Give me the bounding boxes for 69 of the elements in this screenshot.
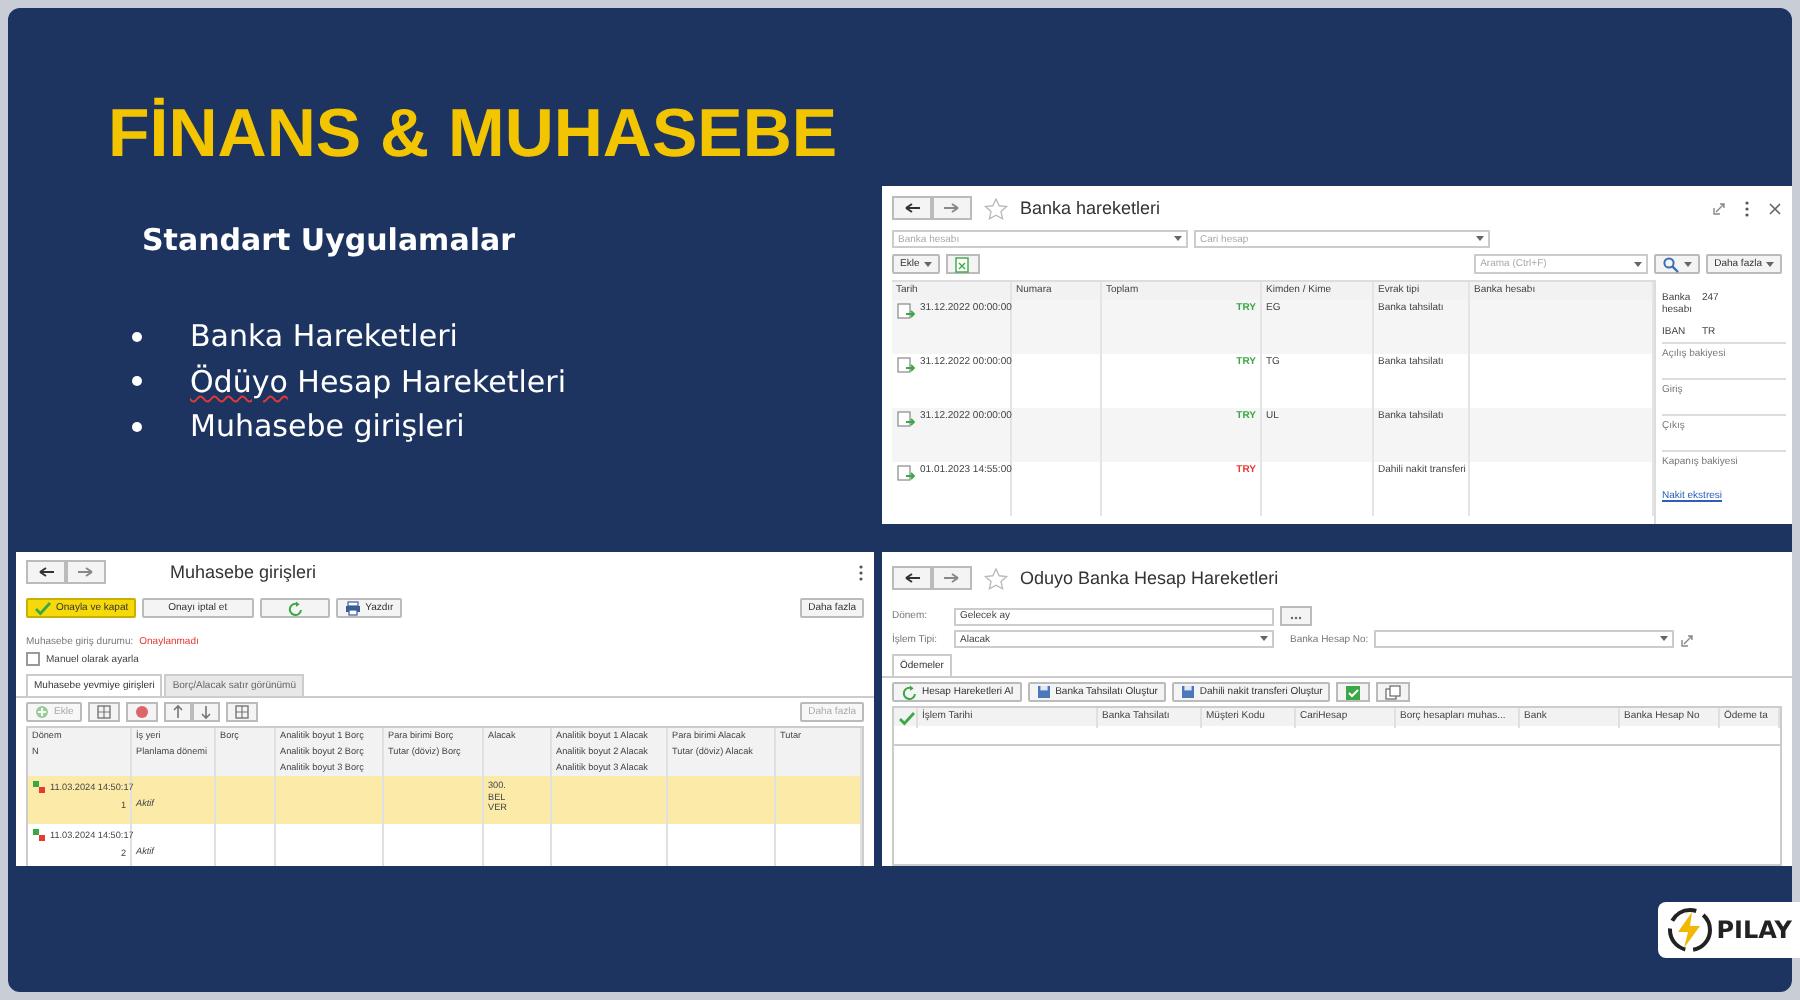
star-icon [984,197,1008,219]
entry-icon [32,780,46,794]
export-button[interactable] [945,254,980,274]
bullet-dot [132,331,142,342]
caret-down-icon [1174,236,1182,242]
bullet-item: Muhasebe girişleri [190,408,465,445]
grid-icon [233,704,250,720]
move-up-button[interactable] [163,702,192,722]
slide-subtitle: Standart Uygulamalar [142,222,517,258]
link-icon [1680,631,1695,647]
bullet-dot [132,376,142,387]
search-icon [1662,255,1681,273]
refresh-icon [900,683,918,701]
bullet-item: Banka Hareketleri [190,318,458,355]
check-all-button[interactable] [1336,682,1371,702]
down-arrow-icon [199,704,212,720]
back-button[interactable] [26,560,66,584]
window-title: Muhasebe girişleri [170,562,317,582]
table-button[interactable] [225,702,258,722]
caret-down-icon [1260,636,1268,642]
caret-down-icon [1766,261,1774,267]
move-down-button[interactable] [191,702,220,722]
left-arrow-icon [902,200,922,216]
spreadsheet-icon [953,255,972,273]
company-logo: PILAY [1658,901,1800,957]
link-icon [1712,200,1726,216]
caret-down-icon [1660,636,1669,642]
lightning-icon [1666,905,1715,953]
left-arrow-icon [36,564,56,580]
caret-down-icon [1684,261,1693,267]
slide-title: FİNANS & MUHASEBE [108,96,840,174]
save-icon [1179,684,1196,700]
copy-button[interactable] [87,702,120,722]
check-icon [898,710,916,726]
manual-checkbox[interactable] [26,652,40,666]
copy-icon [1384,683,1403,701]
copy-button[interactable] [1376,682,1411,702]
bullet-dot [132,421,142,432]
right-arrow-icon [942,200,962,216]
delete-button[interactable] [125,702,158,722]
caret-down-icon [923,261,932,267]
checkbox-icon [1344,683,1363,701]
refresh-button[interactable] [259,598,330,618]
right-arrow-icon [76,564,96,580]
more-icon [1744,199,1750,217]
check-icon [34,599,52,617]
back-button[interactable] [892,196,932,220]
caret-down-icon [1634,261,1643,267]
refresh-icon [285,599,304,617]
window-title: Oduyo Banka Hesap Hareketleri [1020,568,1279,588]
star-icon [984,567,1008,589]
caret-down-icon [1476,236,1484,242]
up-arrow-icon [171,704,184,720]
right-arrow-icon [942,570,962,586]
printer-icon [343,600,362,616]
close-icon [1768,201,1782,215]
save-icon [1035,684,1052,700]
entry-icon [32,828,46,842]
back-button[interactable] [892,566,932,590]
choose-button[interactable] [1280,606,1312,626]
window-title: Banka hareketleri [1020,198,1161,218]
grid-icon [95,704,112,720]
plus-icon [34,704,50,720]
search-button[interactable] [1654,254,1701,274]
more-icon [858,563,864,581]
left-arrow-icon [902,570,922,586]
bullet-item: Ödüyo Hesap Hareketleri [190,363,566,400]
circle-icon [133,704,150,720]
dropdown-field[interactable] [1374,630,1675,648]
